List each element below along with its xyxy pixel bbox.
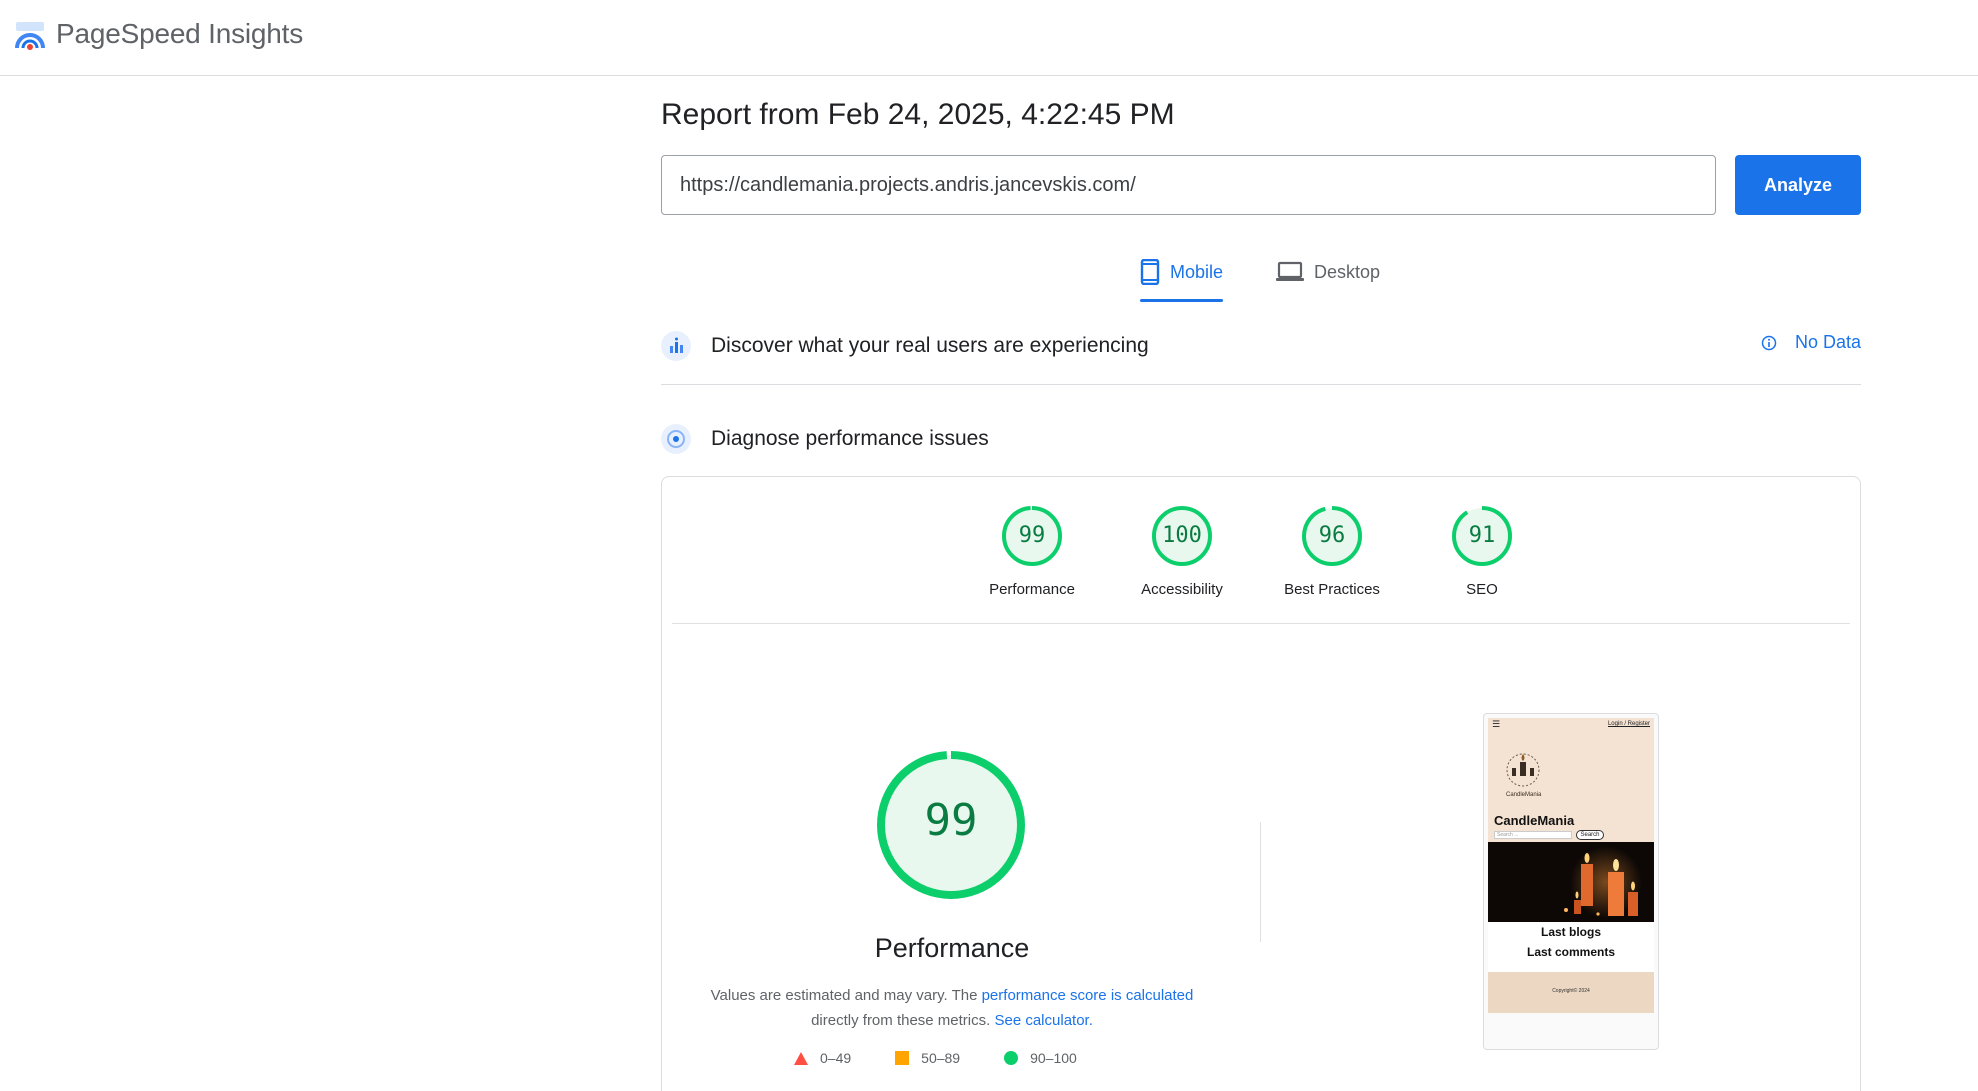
device-tabs: Mobile Desktop — [661, 244, 1861, 304]
candle-logo-icon — [1506, 753, 1540, 787]
hamburger-menu-icon: ☰ — [1492, 718, 1501, 729]
smartphone-icon — [1140, 259, 1160, 285]
score-legend: 0–49 50–89 90–100 — [794, 1050, 1077, 1066]
performance-title: Performance — [874, 933, 1030, 963]
users-chart-icon — [661, 330, 691, 361]
diagnose-target-icon — [661, 424, 691, 454]
legend-pass: 90–100 — [1004, 1050, 1077, 1066]
gauge-label: Performance — [989, 581, 1075, 598]
gauge-score: 91 — [1468, 523, 1496, 548]
real-users-title: Discover what your real users are experi… — [711, 333, 1149, 357]
real-users-section[interactable]: Discover what your real users are experi… — [661, 321, 1861, 385]
tab-desktop[interactable]: Desktop — [1276, 244, 1380, 300]
square-icon — [895, 1051, 910, 1065]
candles-image — [1564, 846, 1642, 918]
gauge-score: 99 — [1018, 523, 1046, 548]
screenshot-login-links: Login / Register — [1607, 721, 1650, 727]
diagnose-title: Diagnose performance issues — [711, 427, 989, 450]
gauge-label: SEO — [1466, 581, 1498, 598]
tab-desktop-label: Desktop — [1314, 261, 1381, 282]
vertical-divider — [1260, 822, 1261, 942]
screenshot-topbar: ☰ Login / Register — [1488, 718, 1654, 730]
no-data-link[interactable]: No Data — [1761, 332, 1861, 353]
legend-range: 0–49 — [820, 1050, 852, 1066]
tab-mobile[interactable]: Mobile — [1140, 244, 1224, 302]
top-bar: PageSpeed Insights — [0, 0, 1978, 76]
screenshot-footer: Copyright© 2024 — [1488, 972, 1654, 1013]
url-input[interactable] — [661, 155, 1716, 215]
divider — [672, 623, 1850, 624]
performance-score: 99 — [924, 795, 978, 846]
main-content: Report from Feb 24, 2025, 4:22:45 PM Ana… — [661, 76, 1861, 1091]
laptop-icon — [1276, 261, 1304, 281]
performance-gauge: 99 — [876, 750, 1026, 900]
screenshot-last-blogs: Last blogs — [1540, 925, 1601, 939]
diagnose-section: Diagnose performance issues — [661, 414, 1861, 464]
gauge-label: Accessibility — [1141, 581, 1223, 598]
screenshot-last-comments: Last comments — [1526, 945, 1616, 959]
legend-average: 50–89 — [895, 1050, 960, 1066]
gauge-best-practices[interactable]: 96 Best Practices — [1257, 505, 1407, 598]
performance-note: Values are estimated and may vary. The p… — [702, 983, 1202, 1033]
gauge-score: 100 — [1162, 523, 1202, 548]
note-text: Values are estimated and may vary. The — [710, 987, 982, 1004]
score-gauges: 99 Performance 100 Accessibility 96 Best… — [662, 505, 1862, 625]
tab-mobile-label: Mobile — [1170, 261, 1224, 282]
gauge-performance[interactable]: 99 Performance — [957, 505, 1107, 598]
gauge-label: Best Practices — [1284, 581, 1380, 598]
legend-range: 90–100 — [1030, 1050, 1077, 1066]
legend-range: 50–89 — [921, 1050, 961, 1066]
no-data-label: No Data — [1794, 332, 1861, 352]
gauge-seo[interactable]: 91 SEO — [1407, 505, 1557, 598]
page-screenshot: ☰ Login / Register CandleMania CandleMan… — [1483, 713, 1659, 1050]
score-calculated-link[interactable]: performance score is calculated — [982, 987, 1194, 1004]
legend-fail: 0–49 — [794, 1050, 851, 1066]
see-calculator-link[interactable]: See calculator. — [994, 1012, 1092, 1029]
gauge-accessibility[interactable]: 100 Accessibility — [1107, 505, 1257, 598]
gauge-score: 96 — [1318, 523, 1346, 548]
screenshot-candles-image — [1488, 842, 1654, 922]
info-icon — [1761, 335, 1777, 350]
screenshot-brand: CandleMania — [1494, 813, 1575, 828]
brand-title[interactable]: PageSpeed Insights — [56, 18, 303, 50]
screenshot-screen: ☰ Login / Register CandleMania CandleMan… — [1488, 718, 1654, 1013]
scores-card: 99 Performance 100 Accessibility 96 Best… — [661, 476, 1861, 1091]
screenshot-logo-text: CandleMania — [1506, 792, 1542, 798]
circle-icon — [1004, 1051, 1019, 1065]
report-title: Report from Feb 24, 2025, 4:22:45 PM — [661, 98, 1175, 131]
triangle-icon — [794, 1051, 808, 1065]
analyze-button[interactable]: Analyze — [1735, 155, 1861, 215]
screenshot-search-button: Search — [1576, 830, 1604, 840]
screenshot-search: Search ... — [1494, 831, 1572, 839]
note-text: directly from these metrics. — [811, 1012, 995, 1029]
pagespeed-logo-icon[interactable] — [14, 20, 46, 52]
